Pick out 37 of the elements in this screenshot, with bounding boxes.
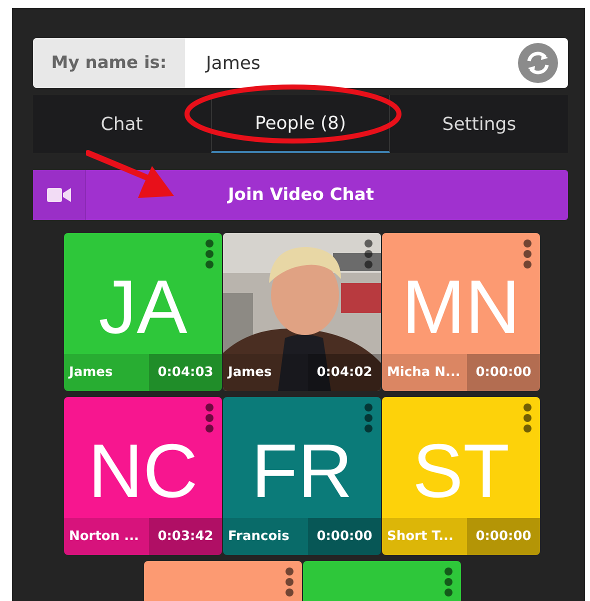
participant-initials: FR — [250, 428, 354, 516]
more-options-icon[interactable] — [523, 239, 532, 269]
name-field[interactable]: My name is: James — [33, 38, 568, 88]
more-options-icon[interactable] — [523, 403, 532, 433]
participant-name: James — [67, 364, 114, 382]
call-duration: 0:00:00 — [467, 518, 540, 555]
name-label: My name is: — [33, 38, 185, 88]
call-duration: 0:04:03 — [149, 354, 222, 391]
participant-name: Norton ... — [68, 528, 140, 546]
tab[interactable]: Settings — [390, 95, 568, 153]
call-duration: 0:00:00 — [308, 518, 381, 555]
participant-initials: JA — [98, 264, 188, 352]
tab[interactable]: Chat — [33, 95, 211, 153]
participant-name: Micha N... — [386, 364, 462, 382]
more-options-icon[interactable] — [284, 567, 294, 597]
tab[interactable]: People (8) — [210, 95, 390, 153]
name-value: James — [204, 52, 262, 74]
call-duration: 0:00:00 — [467, 354, 540, 391]
participant-name: Short T... — [386, 528, 454, 546]
call-duration: 0:04:02 — [308, 354, 381, 391]
participant-name: James — [226, 364, 273, 382]
more-options-icon[interactable] — [205, 239, 214, 269]
participant-tile[interactable]: JA James 0:04:03 — [64, 233, 222, 391]
participant-tile[interactable]: NC Norton ... 0:03:42 — [64, 397, 222, 555]
call-duration: 0:03:42 — [149, 518, 222, 555]
participant-tile[interactable]: James 0:04:02 — [223, 233, 381, 391]
participant-tile[interactable]: FR Francois 0:00:00 — [223, 397, 381, 555]
more-options-icon[interactable] — [364, 239, 373, 269]
participant-initials: ST — [411, 428, 511, 516]
participant-name: Francois — [227, 528, 290, 546]
refresh-icon[interactable] — [518, 43, 558, 83]
participant-initials: MN — [400, 264, 522, 352]
join-video-chat-button[interactable]: Join Video Chat — [33, 170, 568, 220]
participant-initials: NC — [87, 428, 199, 516]
participant-tile[interactable]: MN Micha N... 0:00:00 — [382, 233, 540, 391]
video-camera-icon — [47, 187, 71, 203]
more-options-icon[interactable] — [444, 567, 452, 597]
